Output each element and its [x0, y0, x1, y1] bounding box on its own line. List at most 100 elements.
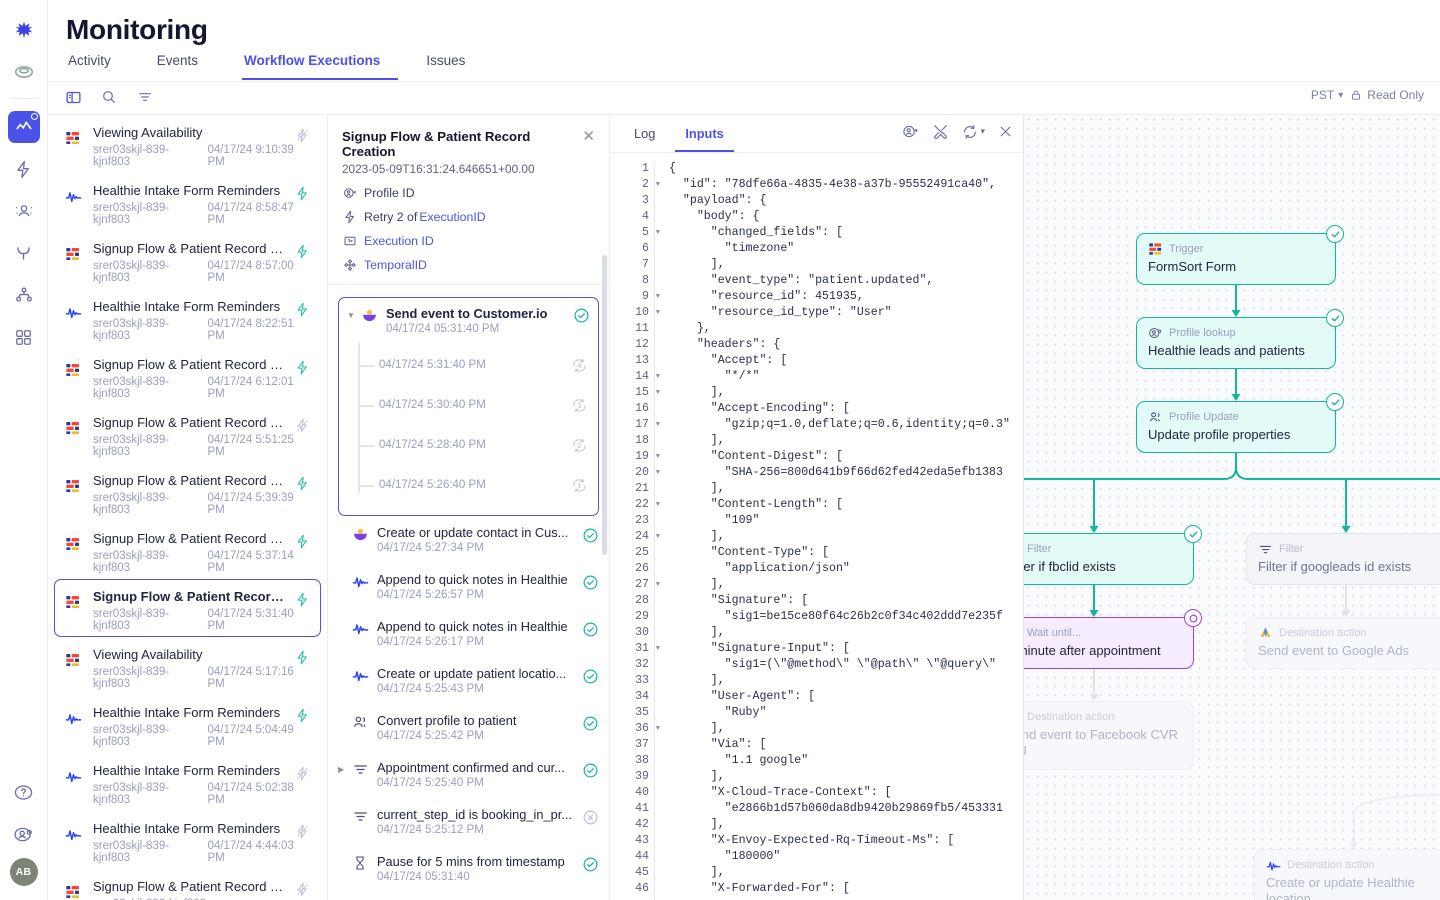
fold-toggle-icon[interactable]: ▼ — [656, 641, 660, 657]
fold-toggle-icon[interactable]: ▼ — [656, 385, 660, 401]
fold-toggle-icon[interactable]: ▼ — [656, 177, 660, 193]
filter-icon[interactable] — [134, 86, 156, 108]
meta-temporal-id-link[interactable]: TemporalID — [364, 258, 427, 272]
retry-attempt-row[interactable]: 04/17/24 5:30:40 PM 3 — [358, 385, 590, 425]
event-list-item[interactable]: Append to quick notes in Healthie 04/17/2… — [328, 610, 609, 657]
event-list-item[interactable]: Create or update contact in Cus... 04/17/… — [328, 516, 609, 563]
execution-list-item[interactable]: Signup Flow & Patient Record Crea... srer… — [54, 521, 321, 579]
tab-inputs[interactable]: Inputs — [675, 126, 734, 152]
retry-attempt-icon: 2 — [571, 437, 588, 454]
event-list-item[interactable]: ▶ Appointment confirmed and cur... 04/17/2… — [328, 751, 609, 798]
line-number: 2 ▼ — [642, 178, 660, 191]
chevron-right-icon[interactable]: ▶ — [338, 765, 344, 774]
code-viewer[interactable]: 1 2 ▼ 3 4 5 ▼ 6 7 8 9 ▼ 10 ▼ 11 12 13 14 ▼ 15 ▼ 16 17 ▼ 18 19 ▼ 20 ▼… — [610, 153, 1023, 900]
meta-retry-link[interactable]: ExecutionID — [419, 210, 485, 224]
nodes-icon[interactable] — [8, 279, 40, 311]
event-list-item[interactable]: Pause for 5 mins from timestamp 04/17/24 … — [328, 845, 609, 892]
lightning-icon[interactable] — [8, 153, 40, 185]
execution-list-item[interactable]: Healthie Intake Form Reminders srer03skjl… — [54, 753, 321, 811]
workflow-node-healthie-loc[interactable]: Destination action Create or update Healt… — [1254, 849, 1440, 900]
database-icon[interactable] — [8, 56, 40, 88]
event-list-item[interactable]: Append to quick notes in Healthie 04/17/2… — [328, 563, 609, 610]
workflow-node-trigger[interactable]: Trigger FormSort Form — [1136, 225, 1344, 286]
monitoring-icon[interactable] — [7, 111, 40, 143]
retry-attempt-row[interactable]: 04/17/24 5:31:40 PM 4 — [358, 345, 590, 385]
code-line: "SHA-256=800d641b9f66d62fed42eda5efb1383 — [669, 466, 1003, 479]
code-content[interactable]: { "id": "78dfe66a-4835-4e38-a37b-9555249… — [654, 161, 1023, 900]
chevron-down-icon[interactable]: ▼ — [347, 311, 355, 320]
meta-retry[interactable]: Retry 2 of ExecutionID — [342, 209, 595, 224]
tab-events[interactable]: Events — [155, 53, 216, 80]
event-list-item[interactable]: Convert profile to patient 04/17/24 5:25:… — [328, 704, 609, 751]
workflow-node-facebook[interactable]: Destination action Send event to Facebook… — [1024, 701, 1194, 770]
workflow-node-google-ads[interactable]: Destination action Send event to Google A… — [1246, 617, 1440, 670]
active-step-card[interactable]: ▼ Send event to Customer.io 04/17/24 05:… — [338, 297, 599, 516]
help-icon[interactable] — [8, 776, 40, 808]
execution-list-item[interactable]: Signup Flow & Patient Record Cre...srer0… — [54, 579, 321, 637]
timezone-selector[interactable]: PST ▾ — [1311, 88, 1343, 102]
execution-list-item[interactable]: Viewing Availability srer03skjl-839-kjnf8… — [54, 115, 321, 173]
tab-issues[interactable]: Issues — [424, 53, 483, 80]
execution-list-item[interactable]: Healthie Intake Form Reminders srer03skjl… — [54, 173, 321, 231]
execution-list-item[interactable]: Healthie Intake Form Reminders srer03skjl… — [54, 695, 321, 753]
workflow-node-filter-fb[interactable]: Filter Filter if fbclid exists — [1024, 525, 1202, 586]
trigger-bolt-icon — [295, 824, 310, 839]
avatar[interactable]: AB — [9, 858, 38, 886]
account-icon[interactable] — [8, 818, 40, 850]
status-badge — [1184, 525, 1202, 543]
tools-icon[interactable] — [932, 123, 949, 140]
search-icon[interactable] — [98, 86, 120, 108]
execution-list-item[interactable]: Healthie Intake Form Reminders srer03skjl… — [54, 811, 321, 869]
workflow-node-update[interactable]: Profile Update Update profile properties — [1136, 393, 1344, 454]
close-icon[interactable] — [998, 124, 1013, 139]
workflow-node-lookup[interactable]: Profile lookup Healthie leads and patient… — [1136, 309, 1344, 370]
fold-toggle-icon[interactable]: ▼ — [656, 529, 660, 545]
meta-execution-id[interactable]: Execution ID — [342, 233, 595, 248]
fold-toggle-icon[interactable]: ▼ — [656, 721, 660, 737]
tab-workflow-executions[interactable]: Workflow Executions — [242, 53, 399, 80]
fold-toggle-icon[interactable]: ▼ — [656, 225, 660, 241]
execution-list-item[interactable]: Signup Flow & Patient Record Crea... srer… — [54, 463, 321, 521]
event-list[interactable]: Create or update contact in Cus... 04/17/… — [328, 516, 609, 892]
retry-attempt-row[interactable]: 04/17/24 5:28:40 PM 2 — [358, 425, 590, 465]
active-step-header[interactable]: ▼ Send event to Customer.io 04/17/24 05:… — [347, 306, 590, 335]
funnel-icon[interactable] — [8, 237, 40, 269]
execution-list-item[interactable]: Signup Flow & Patient Record Crea... srer… — [54, 231, 321, 289]
execution-list-item[interactable]: Signup Flow & Patient Record Cre...srer0… — [54, 869, 321, 900]
event-list-item[interactable]: Create or update patient locatio... 04/17… — [328, 657, 609, 704]
fold-toggle-icon[interactable]: ▼ — [656, 497, 660, 513]
meta-execution-id-link[interactable]: Execution ID — [364, 234, 434, 248]
execution-list-item[interactable]: Viewing Availability srer03skjl-839-kjnf8… — [54, 637, 321, 695]
line-number: 17 ▼ — [635, 418, 660, 431]
meta-profile-id[interactable]: Profile ID — [342, 185, 595, 200]
workflow-canvas[interactable]: Trigger FormSort Form Profile lookup Health… — [1024, 115, 1440, 900]
close-icon[interactable]: ✕ — [582, 129, 595, 144]
fold-toggle-icon[interactable]: ▼ — [656, 369, 660, 385]
tab-log[interactable]: Log — [624, 126, 665, 152]
event-list-item[interactable]: current_step_id is booking_in_pr... 04/17… — [328, 798, 609, 845]
execution-list-item[interactable]: Signup Flow & Patient Record Crea... srer… — [54, 405, 321, 463]
grid-icon[interactable] — [8, 321, 40, 353]
line-number: 44 — [635, 850, 649, 863]
execution-time: 04/17/24 5:02:38 PM — [207, 782, 294, 806]
workflow-node-wait[interactable]: Wait until... 1 minute after appointment — [1024, 609, 1202, 670]
fold-toggle-icon[interactable]: ▼ — [656, 577, 660, 593]
execution-list-item[interactable]: Healthie Intake Form Reminders srer03skjl… — [54, 289, 321, 347]
fold-toggle-icon[interactable]: ▼ — [656, 417, 660, 433]
panel-toggle-icon[interactable] — [62, 86, 84, 108]
tab-activity[interactable]: Activity — [66, 53, 129, 80]
workflow-node-filter-g[interactable]: Filter Filter if googleads id exists — [1246, 533, 1440, 586]
fold-toggle-icon[interactable]: ▼ — [656, 305, 660, 321]
retry-attempt-row[interactable]: 04/17/24 5:26:40 PM 1 — [358, 465, 590, 505]
detail-scrollbar[interactable] — [602, 255, 607, 555]
execution-list[interactable]: Viewing Availability srer03skjl-839-kjnf8… — [48, 115, 328, 900]
meta-temporal-id[interactable]: TemporalID — [342, 257, 595, 272]
profiles-icon[interactable] — [8, 195, 40, 227]
refresh-icon[interactable]: ▾ — [962, 124, 985, 140]
add-profile-icon[interactable] — [902, 123, 919, 140]
logo-icon[interactable] — [8, 14, 40, 46]
fold-toggle-icon[interactable]: ▼ — [656, 465, 660, 481]
execution-list-item[interactable]: Signup Flow & Patient Record Crea... srer… — [54, 347, 321, 405]
fold-toggle-icon[interactable]: ▼ — [656, 289, 660, 305]
fold-toggle-icon[interactable]: ▼ — [656, 449, 660, 465]
